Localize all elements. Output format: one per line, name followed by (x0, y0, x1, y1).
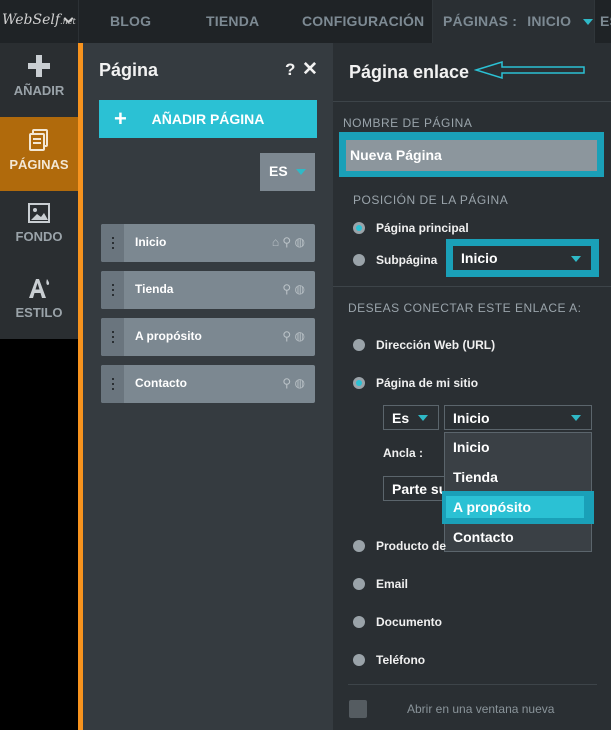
page-label: Inicio (135, 235, 167, 249)
rail-style[interactable]: ESTILO (0, 265, 78, 339)
rail-label: PÁGINAS (9, 157, 69, 172)
language-value: ES (269, 163, 288, 179)
divider (333, 286, 611, 287)
home-search-globe-icon: ⌂ ⚲ ◍ (271, 235, 305, 249)
new-window-checkbox[interactable] (349, 700, 367, 718)
page-list-item[interactable]: Inicio ⌂ ⚲ ◍ (101, 224, 315, 262)
dropdown-option[interactable]: Inicio (453, 439, 490, 455)
page-label: Contacto (135, 376, 187, 390)
style-icon (29, 279, 50, 298)
dropdown-option[interactable]: Tienda (453, 469, 498, 485)
plus-icon (28, 55, 50, 77)
site-page-select[interactable]: Inicio (444, 405, 592, 430)
radio-my-site[interactable] (353, 377, 365, 389)
search-globe-icon: ⚲ ◍ (282, 329, 305, 343)
new-window-label: Abrir en una ventana nueva (407, 702, 555, 716)
add-page-label: AÑADIR PÁGINA (151, 111, 265, 127)
radio-label: Teléfono (376, 653, 426, 667)
position-section-label: POSICIÓN DE LA PÁGINA (353, 193, 509, 207)
help-button[interactable]: ? (285, 60, 295, 80)
pages-icon (29, 129, 48, 151)
radio-subpage[interactable] (353, 254, 365, 266)
rail-label: AÑADIR (13, 83, 65, 98)
drag-handle-icon[interactable] (101, 271, 124, 309)
add-page-button[interactable]: + AÑADIR PÁGINA (99, 100, 317, 138)
page-name-section-label: NOMBRE DE PÁGINA (343, 116, 473, 130)
dropdown-option-selected[interactable]: A propósito (453, 499, 531, 515)
anchor-label: Ancla : (383, 446, 424, 460)
search-globe-icon: ⚲ ◍ (282, 376, 305, 390)
search-globe-icon: ⚲ ◍ (282, 282, 305, 296)
nav-pages-value: INICIO (527, 13, 572, 29)
page-label: A propósito (135, 329, 202, 343)
caret-down-icon (418, 415, 428, 421)
arrow-annotation-icon (474, 60, 585, 80)
nav-pages-select[interactable]: PÁGINAS : INICIO (433, 0, 594, 43)
site-language-select[interactable]: Es (383, 405, 439, 430)
radio-document[interactable] (353, 616, 365, 628)
radio-label: Subpágina (376, 253, 438, 267)
caret-down-icon (571, 415, 581, 421)
plus-icon: + (114, 106, 127, 131)
caret-down-icon (295, 169, 306, 176)
webself-logo[interactable]: WebSelf.net (0, 0, 79, 43)
dropdown-option[interactable]: Contacto (453, 529, 514, 545)
radio-product[interactable] (353, 540, 365, 552)
radio-label: Dirección Web (URL) (376, 338, 496, 352)
divider (333, 101, 611, 102)
radio-label: Página principal (376, 221, 469, 235)
divider (348, 684, 597, 685)
radio-phone[interactable] (353, 654, 365, 666)
radio-main-page[interactable] (353, 222, 365, 234)
radio-label: Producto de (376, 539, 447, 553)
select-value: Inicio (461, 250, 498, 266)
connect-section-label: DESEAS CONECTAR ESTE ENLACE A: (348, 301, 582, 315)
parent-page-select[interactable]: Inicio (453, 246, 591, 270)
pages-panel-title: Página (99, 60, 159, 80)
drag-handle-icon[interactable] (101, 224, 124, 262)
nav-store[interactable]: TIENDA (206, 0, 259, 43)
nav-pages-label: PÁGINAS : (443, 13, 518, 29)
rail-background[interactable]: FONDO (0, 191, 78, 265)
image-icon (28, 203, 50, 223)
page-list-item[interactable]: Tienda ⚲ ◍ (101, 271, 315, 309)
caret-down-icon (571, 256, 581, 262)
nav-blog[interactable]: BLOG (110, 0, 151, 43)
drag-handle-icon[interactable] (101, 318, 124, 356)
logo-text: WebSelf (2, 12, 61, 28)
link-panel-title: Página enlace (349, 62, 470, 82)
rail-label: ESTILO (15, 305, 63, 320)
nav-divider (594, 0, 595, 43)
select-value: Inicio (453, 410, 490, 426)
page-list-item[interactable]: A propósito ⚲ ◍ (101, 318, 315, 356)
radio-url[interactable] (353, 339, 365, 351)
drag-handle-icon[interactable] (101, 365, 124, 403)
nav-lang-cut[interactable]: ES (600, 0, 611, 43)
nav-config[interactable]: CONFIGURACIÓN (302, 0, 424, 43)
page-list-item[interactable]: Contacto ⚲ ◍ (101, 365, 315, 403)
page-name-input[interactable]: Nueva Página (346, 140, 597, 171)
select-value: Es (392, 410, 410, 426)
rail-add[interactable]: AÑADIR (0, 43, 78, 117)
radio-email[interactable] (353, 578, 365, 590)
page-label: Tienda (135, 282, 174, 296)
language-select[interactable]: ES (260, 153, 315, 191)
radio-label: Documento (376, 615, 442, 629)
radio-label: Página de mi sitio (376, 376, 479, 390)
rail-label: FONDO (15, 229, 63, 244)
close-icon[interactable]: ✕ (302, 60, 318, 80)
caret-down-icon (583, 19, 594, 26)
rail-pages[interactable]: PÁGINAS (0, 117, 78, 191)
radio-label: Email (376, 577, 409, 591)
